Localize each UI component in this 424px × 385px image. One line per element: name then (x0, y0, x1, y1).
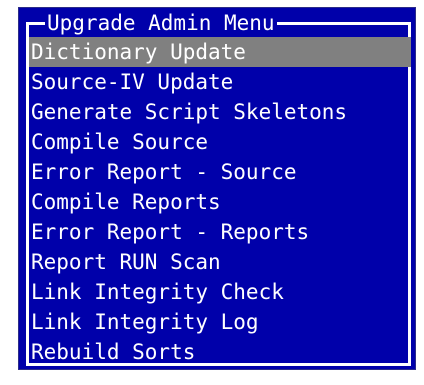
menu-item-compile-reports[interactable]: Compile Reports (29, 187, 411, 217)
menu-item-error-report-reports[interactable]: Error Report - Reports (29, 217, 411, 247)
menu-list: Dictionary Update Source-IV Update Gener… (29, 37, 411, 367)
menu-item-error-report-source[interactable]: Error Report - Source (29, 157, 411, 187)
menu-item-source-iv-update[interactable]: Source-IV Update (29, 67, 411, 97)
menu-item-rebuild-sorts[interactable]: Rebuild Sorts (29, 337, 411, 367)
menu-item-dictionary-update[interactable]: Dictionary Update (29, 37, 411, 67)
menu-item-report-run-scan[interactable]: Report RUN Scan (29, 247, 411, 277)
upgrade-admin-menu-window: Upgrade Admin Menu Dictionary Update Sou… (18, 7, 416, 370)
menu-item-link-integrity-check[interactable]: Link Integrity Check (29, 277, 411, 307)
menu-title: Upgrade Admin Menu (45, 8, 277, 39)
menu-item-compile-source[interactable]: Compile Source (29, 127, 411, 157)
menu-item-generate-script-skeletons[interactable]: Generate Script Skeletons (29, 97, 411, 127)
menu-item-link-integrity-log[interactable]: Link Integrity Log (29, 307, 411, 337)
